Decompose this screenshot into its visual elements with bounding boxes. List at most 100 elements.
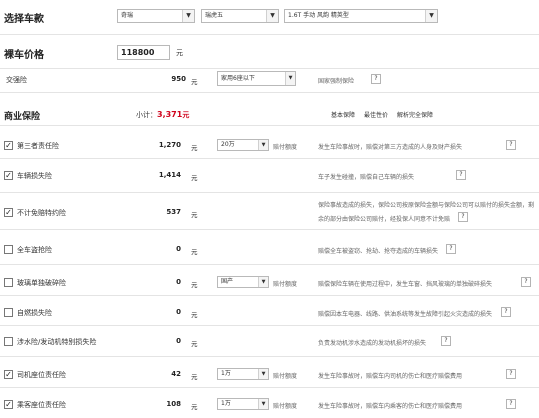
divider [0, 125, 539, 126]
item-checkbox[interactable] [4, 278, 13, 287]
divider [0, 295, 539, 296]
item-desc: 发生车险事故时，赔偿对第三方造成的人身及财产损失 [318, 144, 463, 151]
item-desc: 发生车险事故时，赔偿车内司机的伤亡和医疗赔偿费用 [318, 373, 463, 380]
help-icon[interactable]: ? [506, 369, 516, 379]
item-checkbox[interactable]: ✓ [4, 141, 13, 150]
commercial-title: 商业保险 [4, 112, 41, 122]
item-coverage-value: 国产 [221, 278, 234, 285]
item-amount: 0 [176, 245, 181, 253]
chevron-down-icon: ▼ [258, 399, 268, 409]
item-label: 全车盗抢险 [17, 246, 52, 254]
item-amount: 0 [176, 337, 181, 345]
tab-full[interactable]: 解析完全保障 [397, 110, 433, 119]
model-select-value: 1.6T 手动 风韵 精英型 [288, 12, 349, 19]
item-desc: 负责发动机涉水造成的发动机损坏的损失 [318, 340, 427, 347]
tax-select[interactable]: 家用6座以下 ▼ [217, 71, 296, 86]
help-icon[interactable]: ? [456, 170, 466, 180]
tax-label: 交强险 [6, 76, 27, 84]
item-coverage-value: 1万 [221, 400, 231, 407]
item-unit: 元 [191, 211, 198, 219]
item-coverage-value: 20万 [221, 141, 235, 148]
item-coverage-select[interactable]: 1万 ▼ [217, 368, 269, 380]
car-select-row: 选择车款 奇瑞 ▼ 瑞虎五 ▼ 1.6T 手动 风韵 精英型 ▼ [0, 0, 539, 34]
price-label: 裸车价格 [4, 50, 44, 61]
item-desc: 发生车险事故时，赔偿车内乘客的伤亡和医疗赔偿费用 [318, 403, 463, 410]
item-checkbox[interactable]: ✓ [4, 400, 13, 409]
item-coverage-tip: 赔付额度 [273, 144, 298, 151]
tax-select-value: 家用6座以下 [221, 75, 255, 82]
help-icon[interactable]: ? [501, 307, 511, 317]
item-amount: 1,270 [158, 141, 181, 149]
item-coverage-value: 1万 [221, 370, 231, 377]
item-coverage-select[interactable]: 国产 ▼ [217, 276, 269, 288]
tax-amount: 950 [171, 75, 186, 83]
item-coverage-tip: 赔付额度 [273, 373, 298, 380]
help-icon[interactable]: ? [441, 336, 451, 346]
help-icon[interactable]: ? [521, 277, 531, 287]
item-amount: 108 [166, 400, 181, 408]
divider [0, 229, 539, 230]
series-select-value: 瑞虎五 [205, 12, 224, 19]
item-coverage-select[interactable]: 1万 ▼ [217, 398, 269, 410]
brand-select[interactable]: 奇瑞 ▼ [117, 9, 195, 23]
item-unit: 元 [191, 403, 198, 411]
item-unit: 元 [191, 174, 198, 182]
item-label: 涉水险/发动机特别损失险 [17, 338, 97, 346]
subtotal: 小计：3,371元 [136, 110, 189, 120]
tab-best-value[interactable]: 最佳性价 [364, 110, 388, 119]
help-icon[interactable]: ? [458, 212, 468, 222]
divider [0, 356, 539, 357]
series-select[interactable]: 瑞虎五 ▼ [201, 9, 279, 23]
item-coverage-tip: 赔付额度 [273, 403, 298, 410]
tax-desc: 国家强制保险 [318, 78, 355, 85]
help-icon[interactable]: ? [506, 399, 516, 409]
item-unit: 元 [191, 373, 198, 381]
item-label: 乘客座位责任险 [17, 401, 66, 409]
divider [0, 68, 539, 69]
item-checkbox[interactable]: ✓ [4, 208, 13, 217]
help-icon[interactable]: ? [506, 140, 516, 150]
item-checkbox[interactable]: ✓ [4, 370, 13, 379]
item-checkbox[interactable]: ✓ [4, 171, 13, 180]
item-label: 自燃损失险 [17, 309, 52, 317]
tab-basic[interactable]: 基本保障 [331, 110, 355, 119]
price-input[interactable]: 118800 [117, 45, 170, 60]
item-unit: 元 [191, 311, 198, 319]
item-label: 第三者责任险 [17, 142, 59, 150]
help-icon[interactable]: ? [371, 74, 381, 84]
tax-unit: 元 [191, 78, 198, 86]
item-desc: 车子发生碰撞，赔偿自己车辆的损失 [318, 174, 415, 181]
divider [0, 34, 539, 35]
divider [0, 264, 539, 265]
item-label: 不计免赔特约险 [17, 209, 66, 217]
model-select[interactable]: 1.6T 手动 风韵 精英型 ▼ [284, 9, 438, 23]
chevron-down-icon: ▼ [258, 277, 268, 287]
price-unit: 元 [176, 49, 183, 57]
divider [0, 92, 539, 93]
subtotal-label: 小计： [136, 111, 157, 119]
subtotal-unit: 元 [182, 111, 190, 119]
item-unit: 元 [191, 144, 198, 152]
item-amount: 537 [166, 208, 181, 216]
item-amount: 42 [171, 370, 181, 378]
item-desc: 赔偿全车被盗窃、抢劫、抢夺造成的车辆损失 [318, 248, 439, 255]
item-unit: 元 [191, 248, 198, 256]
item-checkbox[interactable] [4, 337, 13, 346]
chevron-down-icon: ▼ [182, 10, 194, 22]
divider [0, 158, 539, 159]
subtotal-value: 3,371 [157, 110, 183, 119]
chevron-down-icon: ▼ [285, 72, 295, 85]
item-coverage-select[interactable]: 20万 ▼ [217, 139, 269, 151]
item-checkbox[interactable] [4, 245, 13, 254]
item-desc-line2: 余的部分由保险公司赔付，经投保人同意不计免赔 [318, 216, 451, 223]
item-desc: 赔偿保险车辆在使用过程中，发生车窗、挡风玻璃的单独破碎损失 [318, 281, 493, 288]
item-amount: 0 [176, 278, 181, 286]
help-icon[interactable]: ? [446, 244, 456, 254]
chevron-down-icon: ▼ [258, 369, 268, 379]
brand-select-value: 奇瑞 [121, 12, 134, 19]
item-checkbox[interactable] [4, 308, 13, 317]
item-desc: 赔偿因本车电器、线路、供油系统等发生故障引起火灾造成的损失 [318, 311, 493, 318]
item-label: 车辆损失险 [17, 172, 52, 180]
item-desc: 保险事故造成的损失，保险公司按原保险金额与保险公司可以赔付的损失金额，剩 [318, 202, 535, 209]
chevron-down-icon: ▼ [266, 10, 278, 22]
